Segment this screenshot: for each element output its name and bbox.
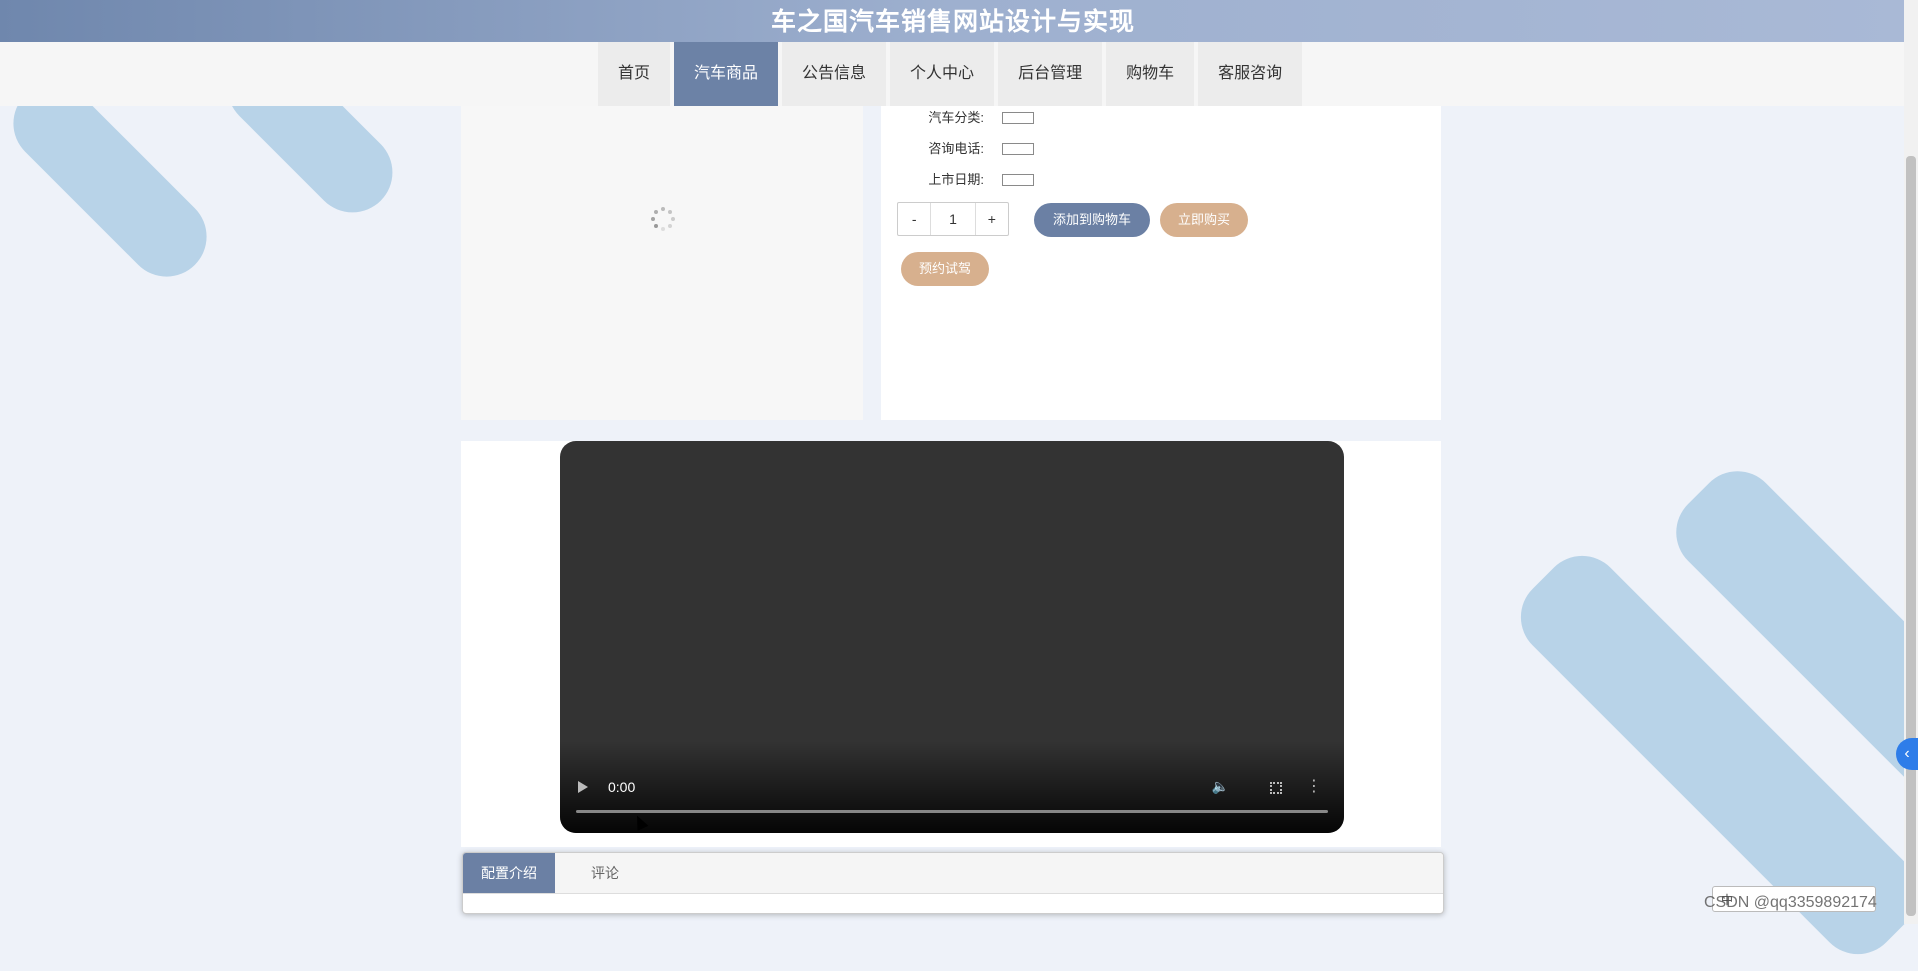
scrollbar[interactable] [1904, 0, 1918, 924]
quantity-increment-button[interactable]: + [976, 203, 1008, 235]
buy-now-button[interactable]: 立即购买 [1160, 203, 1248, 237]
add-to-cart-button[interactable]: 添加到购物车 [1034, 203, 1150, 237]
field-label: 汽车分类: [928, 110, 984, 125]
product-info-panel: 汽车分类: 咨询电话: 上市日期: - 1 + 添加到购物车 立即购买 预约试驾 [881, 106, 1441, 420]
field-label: 上市日期: [928, 172, 984, 187]
field-release-date: 上市日期: [881, 170, 1441, 190]
play-icon[interactable] [578, 781, 588, 793]
product-image-panel [461, 106, 863, 420]
main-navbar: 首页 汽车商品 公告信息 个人中心 后台管理 购物车 客服咨询 [0, 42, 1906, 106]
scrollbar-thumb[interactable] [1906, 156, 1916, 916]
video-player[interactable]: 0:00 🔈 ⋮ [560, 441, 1344, 833]
test-drive-button[interactable]: 预约试驾 [901, 252, 989, 286]
nav-menu: 首页 汽车商品 公告信息 个人中心 后台管理 购物车 客服咨询 [598, 42, 1303, 106]
nav-item-home[interactable]: 首页 [598, 42, 671, 106]
site-header: 车之国汽车销售网站设计与实现 [0, 0, 1906, 42]
video-section: 0:00 🔈 ⋮ [461, 441, 1441, 847]
loading-spinner-icon [651, 207, 675, 231]
quantity-input[interactable]: 1 [930, 203, 976, 235]
nav-item-personal-center[interactable]: 个人中心 [890, 42, 995, 106]
tab-config-intro[interactable]: 配置介绍 [463, 853, 555, 893]
tab-comments[interactable]: 评论 [573, 853, 637, 893]
fullscreen-icon[interactable] [1270, 782, 1282, 794]
field-value [1002, 143, 1034, 155]
volume-icon[interactable]: 🔈 [1212, 778, 1229, 795]
field-car-category: 汽车分类: [881, 108, 1441, 128]
nav-item-cart[interactable]: 购物车 [1106, 42, 1195, 106]
site-title: 车之国汽车销售网站设计与实现 [770, 8, 1135, 36]
video-controls: 0:00 🔈 ⋮ [560, 741, 1344, 833]
detail-tabs: 配置介绍 评论 [462, 852, 1444, 914]
video-time: 0:00 [608, 779, 636, 795]
nav-item-car-products[interactable]: 汽车商品 [674, 42, 779, 106]
watermark: CSDN @qq3359892174 [1704, 894, 1877, 911]
nav-item-admin[interactable]: 后台管理 [998, 42, 1103, 106]
quantity-stepper: - 1 + [897, 202, 1009, 236]
video-progress-bar[interactable] [576, 810, 1328, 813]
nav-item-customer-service[interactable]: 客服咨询 [1198, 42, 1303, 106]
field-value [1002, 112, 1034, 124]
field-phone: 咨询电话: [881, 139, 1441, 159]
quantity-decrement-button[interactable]: - [898, 203, 930, 235]
nav-item-announcements[interactable]: 公告信息 [782, 42, 887, 106]
more-options-icon[interactable]: ⋮ [1306, 779, 1322, 795]
field-value [1002, 174, 1034, 186]
field-label: 咨询电话: [928, 141, 984, 156]
tab-header: 配置介绍 评论 [463, 853, 1443, 894]
